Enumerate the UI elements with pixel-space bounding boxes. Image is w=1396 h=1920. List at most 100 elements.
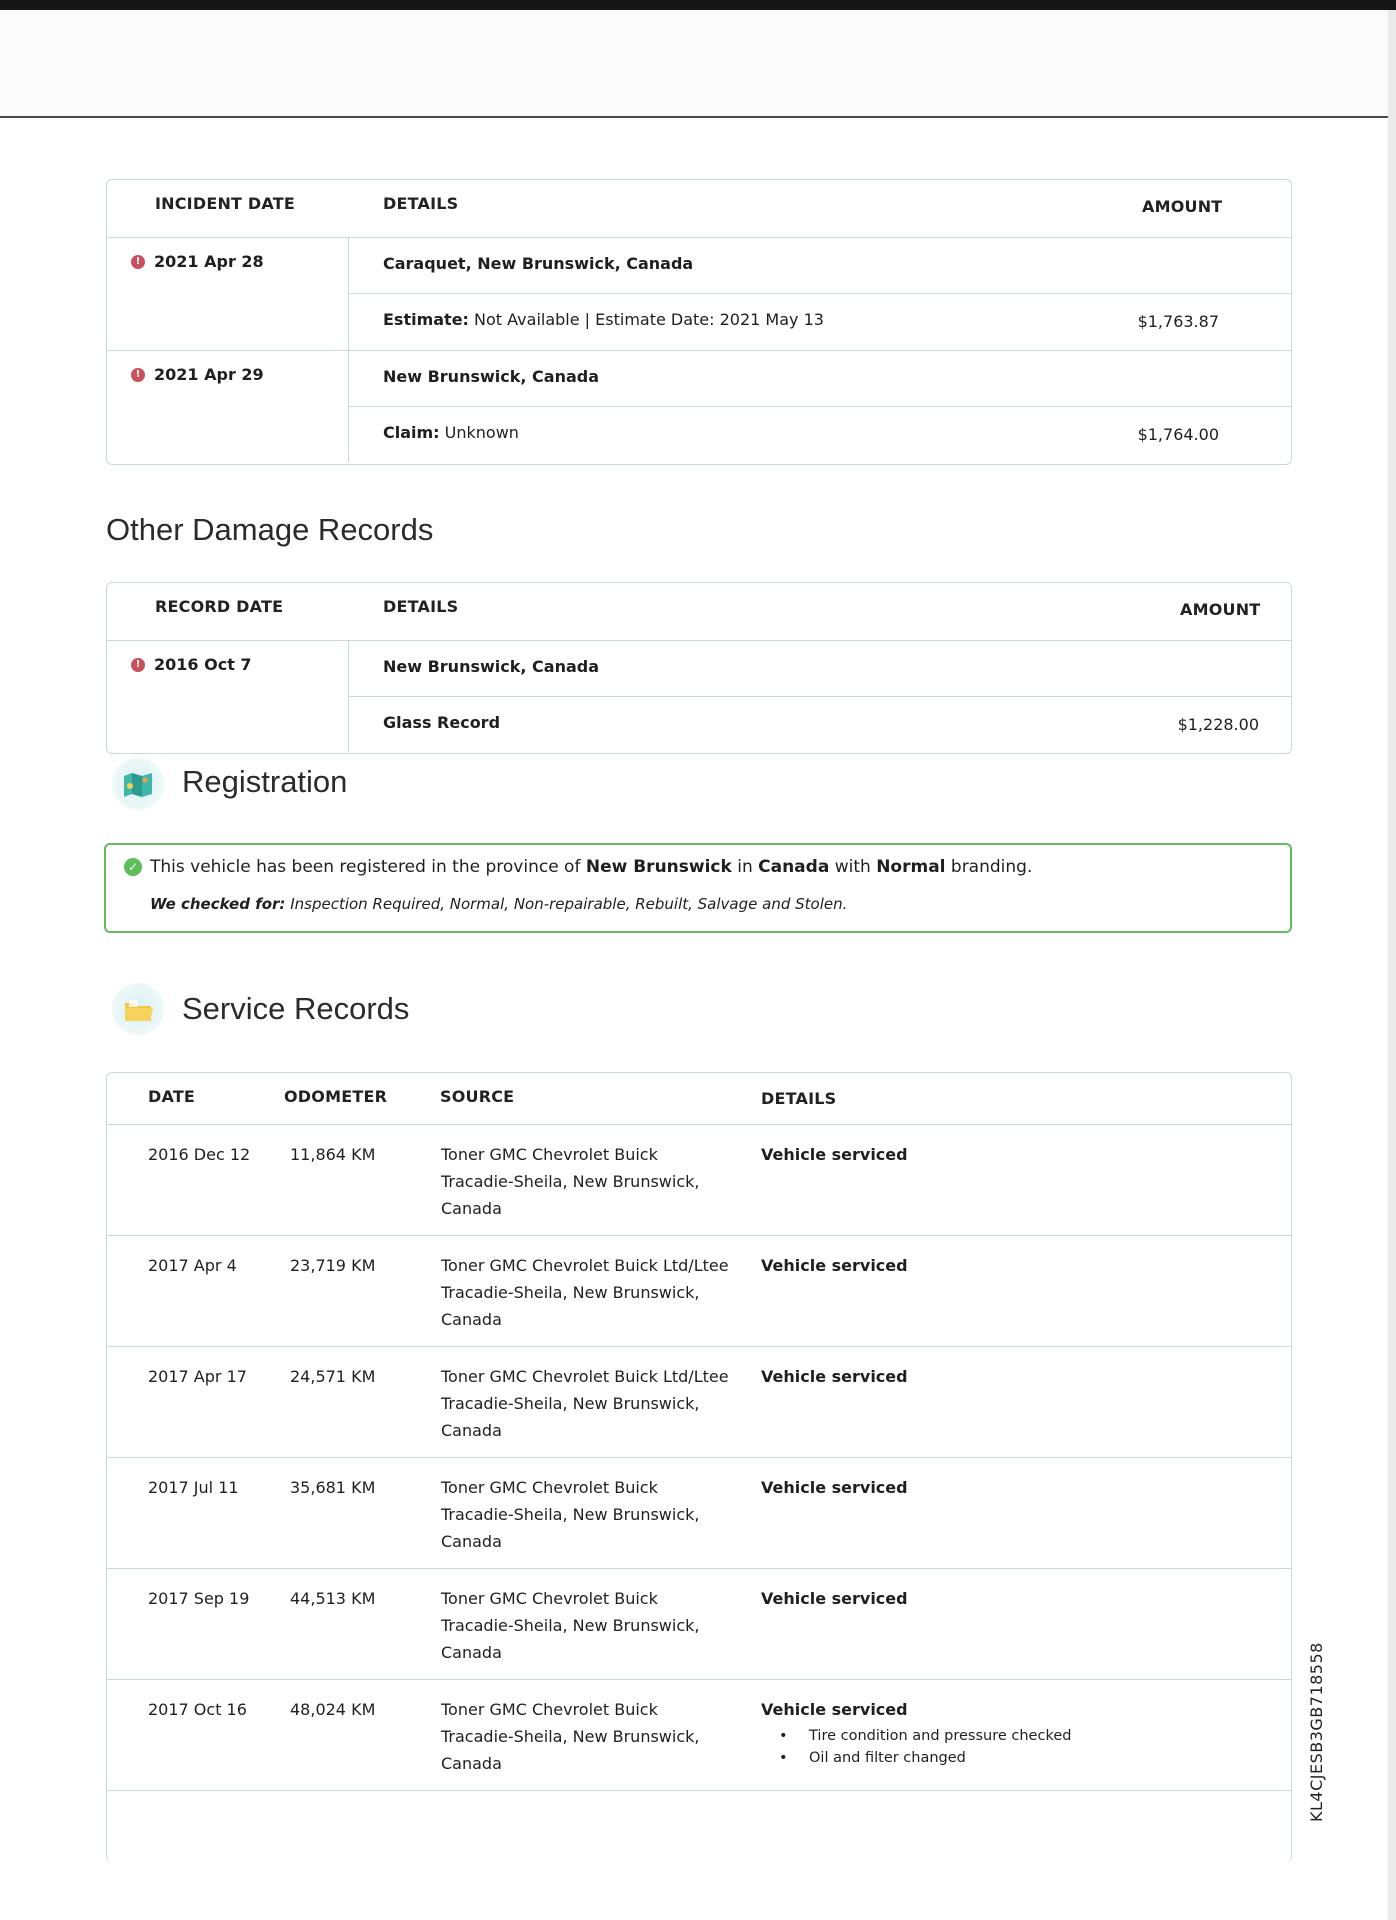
incident-location-cell: New Brunswick, Canada [349,351,1291,407]
incident-location: Caraquet, New Brunswick, Canada [383,254,694,273]
vin-label: KL4CJESB3GB718558 [1307,1642,1326,1822]
source-line: Tracadie-Sheila, New Brunswick, [441,1394,700,1413]
service-odometer: 24,571 KM [290,1367,376,1386]
incident-amount: $1,763.87 [1137,312,1219,331]
other-damage-table: RECORD DATE DETAILS AMOUNT ! 2016 Oct 7 … [106,582,1292,754]
service-row: 2017 Sep 19 44,513 KM Toner GMC Chevrole… [107,1569,1291,1680]
checked-label: We checked for: [150,895,286,913]
checked-list: Inspection Required, Normal, Non-repaira… [290,895,848,913]
service-detail: Vehicle serviced [761,1145,908,1164]
incident-date-cell: ! 2021 Apr 29 [107,351,349,462]
incident-location: New Brunswick, Canada [383,367,599,386]
service-detail: Vehicle serviced [761,1367,908,1386]
reg-branding: Normal [876,857,946,877]
service-odometer: 11,864 KM [290,1145,376,1164]
source-line: Canada [441,1421,502,1440]
col-record-date: RECORD DATE [155,597,284,616]
alert-circle-icon: ! [131,658,145,672]
damage-detail: Glass Record [383,713,501,732]
detail-label: Estimate: [383,310,469,329]
source-line: Canada [441,1310,502,1329]
incident-detail: Estimate: Not Available | Estimate Date:… [383,310,824,329]
service-odometer: 48,024 KM [290,1700,376,1719]
detail-value: Unknown [444,423,519,442]
service-date: 2017 Jul 11 [148,1478,239,1497]
service-source: Toner GMC Chevrolet Buick Tracadie-Sheila… [441,1585,741,1666]
incident-row: ! 2021 Apr 29 New Brunswick, Canada Clai… [107,351,1291,462]
col-date: DATE [148,1087,196,1106]
col-details: DETAILS [761,1089,837,1108]
damage-row: ! 2016 Oct 7 New Brunswick, Canada Glass… [107,641,1291,752]
map-icon [112,758,164,810]
registration-summary: ✓ This vehicle has been registered in th… [124,857,1032,877]
reg-country: Canada [758,857,830,877]
service-odometer: 35,681 KM [290,1478,376,1497]
source-line: Tracadie-Sheila, New Brunswick, [441,1283,700,1302]
service-date: 2017 Apr 4 [148,1256,237,1275]
service-source: Toner GMC Chevrolet Buick Tracadie-Sheila… [441,1696,741,1777]
detail-label: Claim: [383,423,440,442]
col-details: DETAILS [383,597,459,616]
service-date: 2016 Dec 12 [148,1145,251,1164]
service-source: Toner GMC Chevrolet Buick Ltd/Ltee Tracad… [441,1363,741,1444]
service-source: Toner GMC Chevrolet Buick Tracadie-Sheila… [441,1474,741,1555]
incident-location-cell: Caraquet, New Brunswick, Canada [349,238,1291,294]
col-details: DETAILS [383,194,459,213]
reg-text-4: branding. [950,857,1033,877]
damage-location-cell: New Brunswick, Canada [349,641,1291,697]
service-row: 2016 Dec 12 11,864 KM Toner GMC Chevrole… [107,1125,1291,1236]
service-date: 2017 Oct 16 [148,1700,247,1719]
incident-amount: $1,764.00 [1137,425,1219,444]
incident-table-header: INCIDENT DATE DETAILS AMOUNT [107,180,1291,238]
col-odometer: ODOMETER [284,1087,388,1106]
damage-amount: $1,228.00 [1177,715,1259,734]
reg-text-1: This vehicle has been registered in the … [150,857,581,877]
registration-notice: ✓ This vehicle has been registered in th… [104,843,1292,933]
incident-date: 2021 Apr 28 [154,252,264,271]
reg-province: New Brunswick [585,857,732,877]
service-odometer: 44,513 KM [290,1589,376,1608]
service-detail-list: Tire condition and pressure checked Oil … [779,1725,1071,1769]
source-line: Toner GMC Chevrolet Buick [441,1478,658,1497]
service-source: Toner GMC Chevrolet Buick Ltd/Ltee Tracad… [441,1252,741,1333]
incident-date: 2021 Apr 29 [154,365,264,384]
service-date: 2017 Sep 19 [148,1589,250,1608]
service-date: 2017 Apr 17 [148,1367,247,1386]
service-row: 2017 Oct 16 48,024 KM Toner GMC Chevrole… [107,1680,1291,1791]
service-detail: Vehicle serviced [761,1478,908,1497]
damage-detail-cell: Glass Record $1,228.00 [349,697,1291,752]
folder-icon [112,983,164,1035]
source-line: Tracadie-Sheila, New Brunswick, [441,1172,700,1191]
other-damage-title: Other Damage Records [106,512,434,547]
service-odometer: 23,719 KM [290,1256,376,1275]
col-incident-date: INCIDENT DATE [155,194,295,213]
incident-date-cell: ! 2021 Apr 28 [107,238,349,350]
other-damage-header: RECORD DATE DETAILS AMOUNT [107,583,1291,641]
source-line: Canada [441,1643,502,1662]
service-detail: Vehicle serviced [761,1700,908,1719]
service-table: DATE ODOMETER SOURCE DETAILS 2016 Dec 12… [106,1072,1292,1862]
source-line: Canada [441,1532,502,1551]
damage-date-cell: ! 2016 Oct 7 [107,641,349,752]
source-line: Toner GMC Chevrolet Buick [441,1700,658,1719]
detail-value: Not Available | Estimate Date: 2021 May … [474,310,824,329]
service-row: 2017 Apr 4 23,719 KM Toner GMC Chevrolet… [107,1236,1291,1347]
registration-title: Registration [182,764,348,799]
service-detail: Vehicle serviced [761,1256,908,1275]
source-line: Tracadie-Sheila, New Brunswick, [441,1505,700,1524]
damage-date: 2016 Oct 7 [154,655,252,674]
service-row: 2017 Jul 11 35,681 KM Toner GMC Chevrole… [107,1458,1291,1569]
service-records-title: Service Records [182,991,410,1026]
incident-detail: Claim: Unknown [383,423,519,442]
source-line: Toner GMC Chevrolet Buick Ltd/Ltee [441,1256,729,1275]
col-amount: AMOUNT [1180,600,1261,619]
reg-text-3: with [834,857,871,877]
registration-checks: We checked for: Inspection Required, Nor… [150,895,847,913]
incident-detail-cell: Claim: Unknown $1,764.00 [349,407,1291,462]
source-line: Canada [441,1754,502,1773]
source-line: Tracadie-Sheila, New Brunswick, [441,1616,700,1635]
service-row: 2017 Apr 17 24,571 KM Toner GMC Chevrole… [107,1347,1291,1458]
incident-table: INCIDENT DATE DETAILS AMOUNT ! 2021 Apr … [106,179,1292,465]
reg-text-2: in [737,857,753,877]
incident-row: ! 2021 Apr 28 Caraquet, New Brunswick, C… [107,238,1291,351]
